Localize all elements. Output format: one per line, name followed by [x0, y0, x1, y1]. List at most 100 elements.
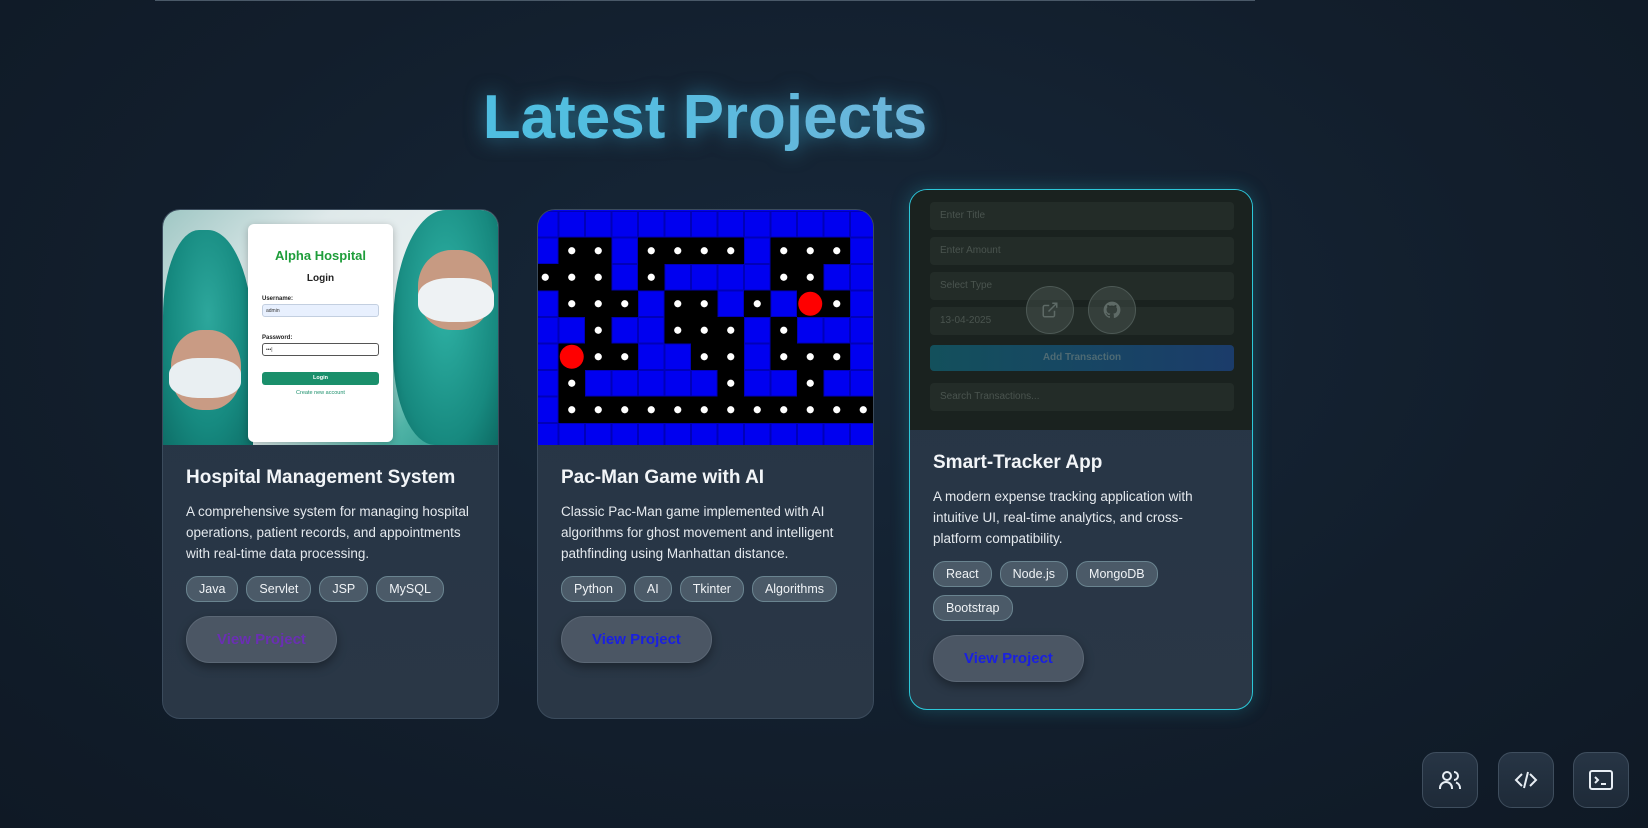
project-card-hospital[interactable]: Alpha Hospital Login Username: admin Pas… — [162, 209, 499, 719]
maze-wall — [691, 211, 718, 238]
project-card-smart-tracker[interactable]: Enter Title Enter Amount Select Type 13-… — [909, 189, 1253, 710]
maze-wall — [585, 423, 612, 445]
maze-wall — [770, 370, 797, 397]
login-form-preview: Alpha Hospital Login Username: admin Pas… — [248, 224, 393, 442]
pellet — [727, 379, 735, 387]
pellet — [700, 326, 708, 334]
pellet — [700, 247, 708, 255]
pellet — [780, 326, 788, 334]
pellet — [806, 273, 814, 281]
maze-wall — [538, 317, 559, 344]
pellet — [647, 273, 655, 281]
maze-wall — [823, 264, 850, 291]
view-project-button[interactable]: View Project — [561, 616, 712, 663]
pacman-maze-svg — [538, 211, 873, 445]
type-select-preview: Select Type — [930, 272, 1234, 300]
maze-wall — [823, 423, 850, 445]
tag: AI — [633, 576, 672, 602]
tag: Python — [561, 576, 626, 602]
maze-wall — [717, 264, 744, 291]
maze-wall — [850, 317, 873, 344]
maze-wall — [664, 211, 691, 238]
maze-wall — [850, 264, 873, 291]
tag: JSP — [319, 576, 369, 602]
maze-wall — [717, 290, 744, 317]
project-card-pacman[interactable]: Pac-Man Game with AI Classic Pac-Man gam… — [537, 209, 874, 719]
pellet — [780, 273, 788, 281]
maze-wall — [823, 317, 850, 344]
maze-wall — [744, 237, 771, 264]
pellet — [780, 247, 788, 255]
password-input: •••| — [262, 343, 379, 356]
terminal-button[interactable] — [1573, 752, 1629, 808]
pellet — [806, 379, 814, 387]
tag-list: Python AI Tkinter Algorithms — [561, 576, 850, 602]
add-transaction-preview: Add Transaction — [930, 345, 1234, 371]
project-title: Hospital Management System — [186, 467, 456, 488]
pacman-maze — [538, 210, 873, 445]
pellet — [727, 353, 735, 361]
pellet — [568, 300, 576, 308]
maze-wall — [717, 423, 744, 445]
maze-wall — [744, 211, 771, 238]
pellet — [594, 247, 602, 255]
pellet — [568, 247, 576, 255]
maze-wall — [585, 370, 612, 397]
maze-wall — [638, 370, 665, 397]
hospital-app-name: Alpha Hospital — [274, 248, 366, 263]
view-project-button[interactable]: View Project — [186, 616, 337, 663]
maze-wall — [691, 264, 718, 291]
maze-wall — [638, 290, 665, 317]
maze-wall — [538, 290, 559, 317]
maze-wall — [664, 343, 691, 370]
pellet — [806, 353, 814, 361]
maze-wall — [538, 396, 559, 423]
tag-list: React Node.js MongoDB Bootstrap — [933, 561, 1183, 621]
section-title: Latest Projects — [0, 82, 1410, 153]
pellet — [674, 326, 682, 334]
pellet — [780, 353, 788, 361]
pellet — [541, 273, 549, 281]
github-icon[interactable] — [1088, 286, 1136, 334]
maze-wall — [664, 423, 691, 445]
maze-wall — [664, 264, 691, 291]
login-button: Login — [262, 372, 379, 385]
external-link-icon[interactable] — [1026, 286, 1074, 334]
pellet — [621, 406, 629, 414]
create-account-link: Create new account — [296, 390, 345, 396]
maze-wall — [585, 211, 612, 238]
project-description: A modern expense tracking application wi… — [933, 489, 1193, 546]
maze-wall — [850, 211, 873, 238]
project-description: A comprehensive system for managing hosp… — [186, 504, 469, 561]
maze-wall — [638, 211, 665, 238]
maze-wall — [538, 343, 559, 370]
project-thumbnail — [538, 210, 873, 445]
ghost — [798, 291, 823, 316]
tag: Node.js — [999, 561, 1069, 587]
maze-wall — [717, 211, 744, 238]
tag: MySQL — [376, 576, 444, 602]
users-button[interactable] — [1422, 752, 1478, 808]
maze-wall — [611, 370, 638, 397]
maze-wall — [691, 423, 718, 445]
maze-wall — [691, 370, 718, 397]
maze-wall — [538, 237, 559, 264]
maze-wall — [611, 264, 638, 291]
pellet — [568, 406, 576, 414]
project-thumbnail: Enter Title Enter Amount Select Type 13-… — [910, 190, 1252, 430]
pellet — [727, 326, 735, 334]
code-button[interactable] — [1498, 752, 1554, 808]
maze-wall — [823, 211, 850, 238]
login-heading: Login — [306, 273, 335, 284]
code-icon — [1514, 771, 1538, 789]
maze-wall — [823, 370, 850, 397]
pellet — [674, 300, 682, 308]
tag: MongoDB — [1076, 561, 1158, 587]
tag: Servlet — [246, 576, 312, 602]
maze-wall — [770, 423, 797, 445]
maze-wall — [538, 211, 559, 238]
maze-wall — [611, 237, 638, 264]
project-description: Classic Pac-Man game implemented with AI… — [561, 504, 834, 561]
view-project-button[interactable]: View Project — [933, 635, 1084, 682]
pellet — [674, 247, 682, 255]
